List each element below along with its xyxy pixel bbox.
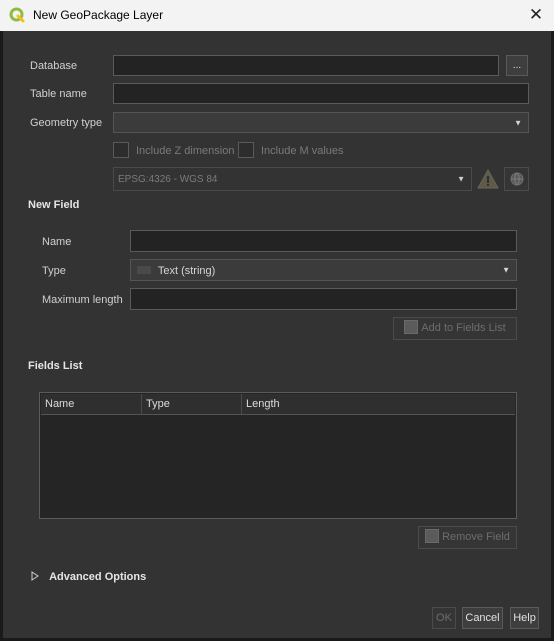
include-z-label: Include Z dimension xyxy=(136,145,235,157)
column-header-length[interactable]: Length xyxy=(242,394,515,414)
fields-table-header: Name Type Length xyxy=(41,394,515,415)
remove-field-icon xyxy=(425,529,440,543)
field-type-select[interactable]: Text (string) ▼ xyxy=(130,259,517,281)
globe-icon xyxy=(510,172,523,186)
field-name-input[interactable] xyxy=(130,230,517,252)
browse-button[interactable]: ... xyxy=(506,55,528,76)
help-button[interactable]: Help xyxy=(510,607,539,629)
ok-button[interactable]: OK xyxy=(432,607,456,629)
advanced-options-toggle[interactable]: Advanced Options xyxy=(31,571,146,583)
include-z-checkbox[interactable] xyxy=(113,142,129,158)
column-header-name[interactable]: Name xyxy=(41,394,142,414)
chevron-down-icon: ▼ xyxy=(502,265,510,275)
add-field-icon xyxy=(404,320,419,334)
crs-select[interactable]: EPSG:4326 - WGS 84 ▼ xyxy=(113,167,472,191)
column-header-type[interactable]: Type xyxy=(142,394,242,414)
geometry-type-label: Geometry type xyxy=(30,117,103,129)
new-field-section-title: New Field xyxy=(28,199,80,211)
include-m-checkbox[interactable] xyxy=(238,142,254,158)
database-field[interactable] xyxy=(113,55,499,76)
text-type-icon xyxy=(137,266,151,274)
remove-field-button[interactable]: Remove Field xyxy=(418,526,517,549)
include-m-label: Include M values xyxy=(261,145,344,157)
geometry-type-select[interactable]: ▼ xyxy=(113,112,529,133)
table-name-label: Table name xyxy=(30,88,87,100)
warning-icon xyxy=(477,168,499,189)
max-length-label: Maximum length xyxy=(42,294,123,306)
field-name-label: Name xyxy=(42,236,72,248)
table-name-field[interactable] xyxy=(113,83,529,104)
crs-value: EPSG:4326 - WGS 84 xyxy=(118,174,218,185)
field-type-value: Text (string) xyxy=(157,265,216,277)
fields-table[interactable]: Name Type Length xyxy=(39,392,517,519)
close-icon: ✕ xyxy=(528,5,544,24)
max-length-input[interactable] xyxy=(130,288,517,310)
fields-list-section-title: Fields List xyxy=(28,360,83,372)
close-button[interactable]: ✕ xyxy=(526,5,546,25)
remove-field-label: Remove Field xyxy=(442,531,510,543)
chevron-down-icon: ▼ xyxy=(457,174,465,184)
add-to-fields-list-button[interactable]: Add to Fields List xyxy=(393,317,517,340)
qgis-logo-icon xyxy=(9,7,25,23)
crs-select-button[interactable] xyxy=(504,167,529,191)
title-bar: New GeoPackage Layer ✕ xyxy=(0,0,554,31)
database-label: Database xyxy=(30,60,78,72)
chevron-down-icon: ▼ xyxy=(514,118,522,127)
field-type-label: Type xyxy=(42,265,66,277)
add-to-fields-list-label: Add to Fields List xyxy=(421,322,506,334)
triangle-right-icon xyxy=(31,571,39,581)
advanced-options-label: Advanced Options xyxy=(49,571,147,583)
cancel-button[interactable]: Cancel xyxy=(462,607,503,629)
window-title: New GeoPackage Layer xyxy=(33,8,164,22)
